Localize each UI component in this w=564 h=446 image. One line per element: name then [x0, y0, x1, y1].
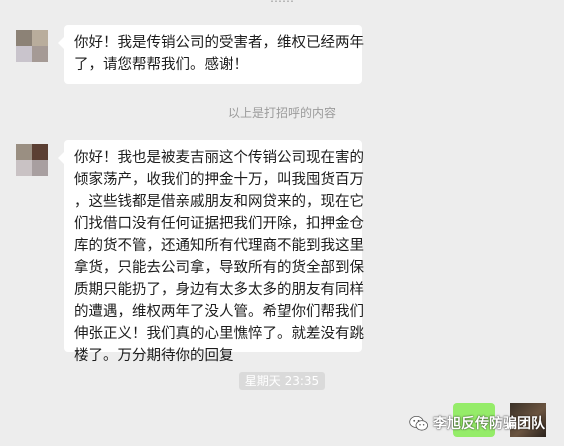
- contact-avatar[interactable]: [16, 144, 48, 176]
- message-bubble[interactable]: 你好！我是传销公司的受害者，维权已经两年 了，请您帮帮我们。感谢！: [58, 25, 364, 84]
- timestamp: 星期天 23:35: [238, 372, 326, 390]
- message-text-line: 质期只能扔了，身边有太多太多的朋友有同样: [74, 282, 364, 298]
- system-note: 以上是打招呼的内容: [227, 106, 336, 120]
- message-text-line: 库的货不管，还通知所有代理商不能到我这里: [74, 238, 364, 254]
- message-text-line: 了，请您帮帮我们。感谢！: [74, 57, 248, 73]
- message-text-line: 的遭遇，维权两年了没人管。希望你们帮我们: [74, 304, 364, 320]
- message-bubble[interactable]: 你好！我也是被麦吉丽这个传销公司现在害的 倾家荡产，收我们的押金十万，叫我囤货百…: [58, 140, 364, 364]
- message-text-line: ，这些钱都是借亲戚朋友和网贷来的，现在它: [74, 194, 364, 210]
- clipped-top-text: ……: [0, 0, 564, 5]
- message-text-line: 伸张正义！我们真的心里憔悴了。就差没有跳: [74, 326, 364, 342]
- message-text-line: 楼了。万分期待你的回复: [74, 348, 234, 364]
- message-text-line: 你好！我也是被麦吉丽这个传销公司现在害的: [74, 150, 364, 166]
- contact-avatar[interactable]: [16, 30, 48, 62]
- watermark: 李旭反传防骗团队: [409, 413, 545, 433]
- wechat-icon: [409, 415, 429, 431]
- message-text-line: 拿货，只能去公司拿，导致所有的货全部到保: [74, 260, 364, 276]
- message-text-line: 倾家荡产，收我们的押金十万，叫我囤货百万: [74, 172, 364, 188]
- message-text-line: 你好！我是传销公司的受害者，维权已经两年: [74, 35, 364, 51]
- message-text-line: 们找借口没有任何证据把我们开除，扣押金仓: [74, 216, 364, 232]
- watermark-text: 李旭反传防骗团队: [433, 416, 545, 432]
- timestamp-row: 星期天 23:35: [0, 370, 564, 390]
